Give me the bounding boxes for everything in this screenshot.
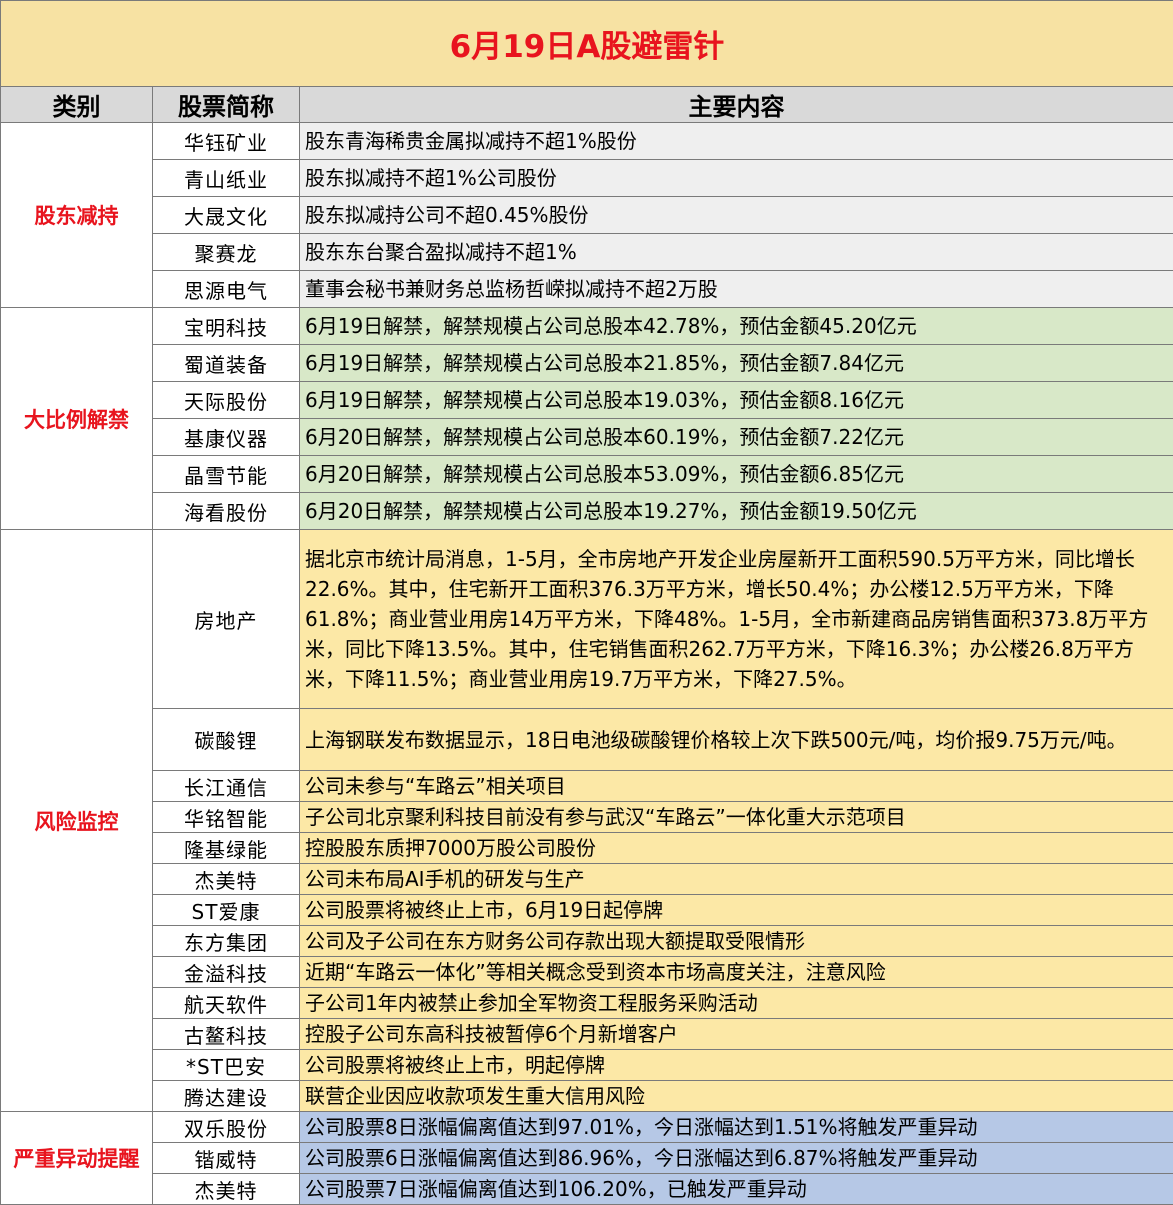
stock-name-cell: 双乐股份 — [153, 1112, 300, 1143]
content-cell: 公司未参与“车路云”相关项目 — [300, 771, 1173, 802]
content-cell: 董事会秘书兼财务总监杨哲嵘拟减持不超2万股 — [300, 271, 1173, 308]
content-cell: 子公司北京聚利科技目前没有参与武汉“车路云”一体化重大示范项目 — [300, 802, 1173, 833]
table-row: 锴威特公司股票6日涨幅偏离值达到86.96%，今日涨幅达到6.87%将触发严重异… — [1, 1143, 1173, 1174]
category-cell: 风险监控 — [1, 530, 153, 1112]
table-row: 严重异动提醒双乐股份公司股票8日涨幅偏离值达到97.01%，今日涨幅达到1.51… — [1, 1112, 1173, 1143]
content-cell: 公司股票将被终止上市，明起停牌 — [300, 1050, 1173, 1081]
content-cell: 6月19日解禁，解禁规模占公司总股本42.78%，预估金额45.20亿元 — [300, 308, 1173, 345]
stock-name-cell: 思源电气 — [153, 271, 300, 308]
content-cell: 6月20日解禁，解禁规模占公司总股本53.09%，预估金额6.85亿元 — [300, 456, 1173, 493]
stock-name-cell: 碳酸锂 — [153, 709, 300, 771]
content-cell: 股东拟减持公司不超0.45%股份 — [300, 197, 1173, 234]
stock-name-cell: 聚赛龙 — [153, 234, 300, 271]
table-row: 基康仪器6月20日解禁，解禁规模占公司总股本60.19%，预估金额7.22亿元 — [1, 419, 1173, 456]
stock-name-cell: 腾达建设 — [153, 1081, 300, 1112]
content-cell: 公司股票6日涨幅偏离值达到86.96%，今日涨幅达到6.87%将触发严重异动 — [300, 1143, 1173, 1174]
table-row: 海看股份6月20日解禁，解禁规模占公司总股本19.27%，预估金额19.50亿元 — [1, 493, 1173, 530]
table-row: 思源电气董事会秘书兼财务总监杨哲嵘拟减持不超2万股 — [1, 271, 1173, 308]
table-row: 隆基绿能控股股东质押7000万股公司股份 — [1, 833, 1173, 864]
stock-name-cell: 金溢科技 — [153, 957, 300, 988]
stock-name-cell: 航天软件 — [153, 988, 300, 1019]
stock-name-cell: 杰美特 — [153, 864, 300, 895]
table-row: 航天软件子公司1年内被禁止参加全军物资工程服务采购活动 — [1, 988, 1173, 1019]
table-row: 东方集团公司及子公司在东方财务公司存款出现大额提取受限情形 — [1, 926, 1173, 957]
table-row: 蜀道装备6月19日解禁，解禁规模占公司总股本21.85%，预估金额7.84亿元 — [1, 345, 1173, 382]
content-cell: 股东拟减持不超1%公司股份 — [300, 160, 1173, 197]
stock-name-cell: 隆基绿能 — [153, 833, 300, 864]
stock-name-cell: 基康仪器 — [153, 419, 300, 456]
table-row: 长江通信公司未参与“车路云”相关项目 — [1, 771, 1173, 802]
table-row: ST爱康公司股票将被终止上市，6月19日起停牌 — [1, 895, 1173, 926]
page-title: 6月19日A股避雷针 — [1, 1, 1173, 87]
table-row: 晶雪节能6月20日解禁，解禁规模占公司总股本53.09%，预估金额6.85亿元 — [1, 456, 1173, 493]
content-cell: 联营企业因应收款项发生重大信用风险 — [300, 1081, 1173, 1112]
table-row: 风险监控房地产据北京市统计局消息，1-5月，全市房地产开发企业房屋新开工面积59… — [1, 530, 1173, 709]
table-row: 股东减持华钰矿业股东青海稀贵金属拟减持不超1%股份 — [1, 123, 1173, 160]
table-row: 天际股份6月19日解禁，解禁规模占公司总股本19.03%，预估金额8.16亿元 — [1, 382, 1173, 419]
content-cell: 6月19日解禁，解禁规模占公司总股本21.85%，预估金额7.84亿元 — [300, 345, 1173, 382]
table-row: 金溢科技近期“车路云一体化”等相关概念受到资本市场高度关注，注意风险 — [1, 957, 1173, 988]
content-cell: 6月20日解禁，解禁规模占公司总股本19.27%，预估金额19.50亿元 — [300, 493, 1173, 530]
stock-name-cell: 房地产 — [153, 530, 300, 709]
stock-name-cell: 古鳌科技 — [153, 1019, 300, 1050]
content-cell: 公司股票7日涨幅偏离值达到106.20%，已触发严重异动 — [300, 1174, 1173, 1205]
stock-name-cell: 海看股份 — [153, 493, 300, 530]
content-cell: 6月19日解禁，解禁规模占公司总股本19.03%，预估金额8.16亿元 — [300, 382, 1173, 419]
content-cell: 控股子公司东高科技被暂停6个月新增客户 — [300, 1019, 1173, 1050]
table-row: 碳酸锂上海钢联发布数据显示，18日电池级碳酸锂价格较上次下跌500元/吨，均价报… — [1, 709, 1173, 771]
content-cell: 公司股票将被终止上市，6月19日起停牌 — [300, 895, 1173, 926]
content-cell: 公司股票8日涨幅偏离值达到97.01%，今日涨幅达到1.51%将触发严重异动 — [300, 1112, 1173, 1143]
table-row: 大比例解禁宝明科技6月19日解禁，解禁规模占公司总股本42.78%，预估金额45… — [1, 308, 1173, 345]
stock-name-cell: 杰美特 — [153, 1174, 300, 1205]
category-cell: 严重异动提醒 — [1, 1112, 153, 1205]
stock-name-cell: 东方集团 — [153, 926, 300, 957]
content-cell: 股东青海稀贵金属拟减持不超1%股份 — [300, 123, 1173, 160]
header-category: 类别 — [1, 87, 153, 123]
stock-name-cell: 青山纸业 — [153, 160, 300, 197]
table-row: 杰美特公司未布局AI手机的研发与生产 — [1, 864, 1173, 895]
content-cell: 6月20日解禁，解禁规模占公司总股本60.19%，预估金额7.22亿元 — [300, 419, 1173, 456]
table-row: 青山纸业股东拟减持不超1%公司股份 — [1, 160, 1173, 197]
stock-name-cell: 晶雪节能 — [153, 456, 300, 493]
table-row: *ST巴安公司股票将被终止上市，明起停牌 — [1, 1050, 1173, 1081]
table-row: 聚赛龙股东东台聚合盈拟减持不超1% — [1, 234, 1173, 271]
content-cell: 据北京市统计局消息，1-5月，全市房地产开发企业房屋新开工面积590.5万平方米… — [300, 530, 1173, 709]
stock-name-cell: 华铭智能 — [153, 802, 300, 833]
stock-name-cell: 锴威特 — [153, 1143, 300, 1174]
table-row: 大晟文化股东拟减持公司不超0.45%股份 — [1, 197, 1173, 234]
content-cell: 子公司1年内被禁止参加全军物资工程服务采购活动 — [300, 988, 1173, 1019]
stock-name-cell: 宝明科技 — [153, 308, 300, 345]
stock-name-cell: *ST巴安 — [153, 1050, 300, 1081]
category-cell: 股东减持 — [1, 123, 153, 308]
content-cell: 控股股东质押7000万股公司股份 — [300, 833, 1173, 864]
category-cell: 大比例解禁 — [1, 308, 153, 530]
stock-name-cell: 蜀道装备 — [153, 345, 300, 382]
table-row: 杰美特公司股票7日涨幅偏离值达到106.20%，已触发严重异动 — [1, 1174, 1173, 1205]
risk-table: 6月19日A股避雷针 类别 股票简称 主要内容 股东减持华钰矿业股东青海稀贵金属… — [0, 0, 1173, 1205]
header-content: 主要内容 — [300, 87, 1173, 123]
header-stock: 股票简称 — [153, 87, 300, 123]
content-cell: 上海钢联发布数据显示，18日电池级碳酸锂价格较上次下跌500元/吨，均价报9.7… — [300, 709, 1173, 771]
content-cell: 公司未布局AI手机的研发与生产 — [300, 864, 1173, 895]
table-row: 古鳌科技控股子公司东高科技被暂停6个月新增客户 — [1, 1019, 1173, 1050]
stock-name-cell: 华钰矿业 — [153, 123, 300, 160]
stock-name-cell: 天际股份 — [153, 382, 300, 419]
stock-name-cell: 大晟文化 — [153, 197, 300, 234]
content-cell: 近期“车路云一体化”等相关概念受到资本市场高度关注，注意风险 — [300, 957, 1173, 988]
content-cell: 公司及子公司在东方财务公司存款出现大额提取受限情形 — [300, 926, 1173, 957]
stock-name-cell: 长江通信 — [153, 771, 300, 802]
stock-name-cell: ST爱康 — [153, 895, 300, 926]
content-cell: 股东东台聚合盈拟减持不超1% — [300, 234, 1173, 271]
table-row: 腾达建设联营企业因应收款项发生重大信用风险 — [1, 1081, 1173, 1112]
table-row: 华铭智能子公司北京聚利科技目前没有参与武汉“车路云”一体化重大示范项目 — [1, 802, 1173, 833]
